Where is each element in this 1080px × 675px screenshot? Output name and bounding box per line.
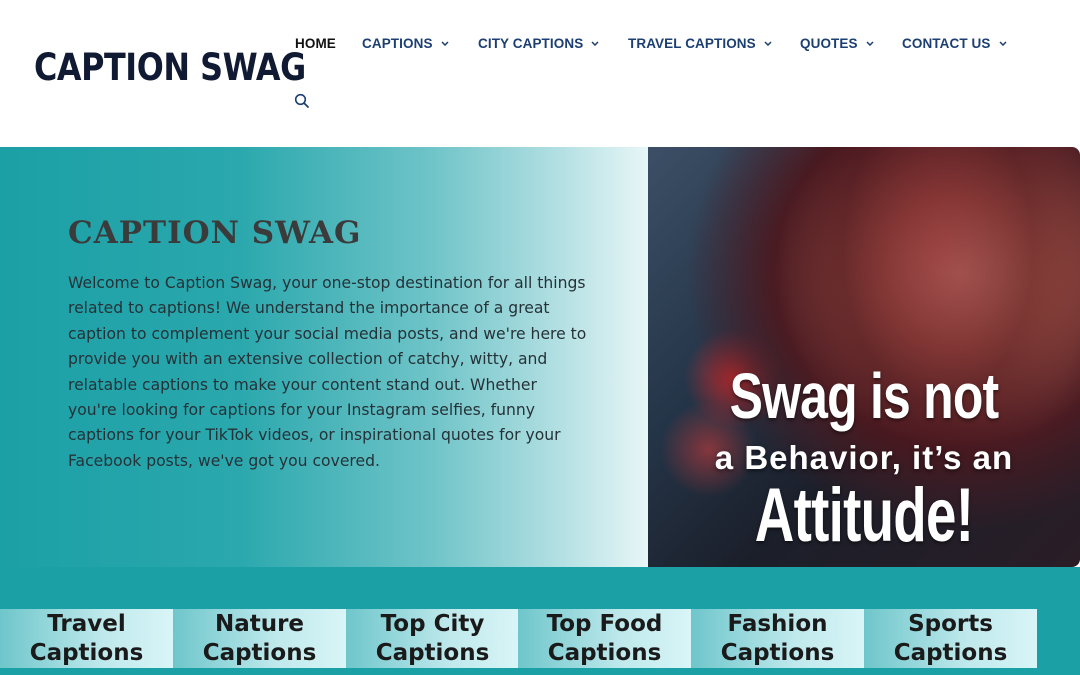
- nav-label: CITY CAPTIONS: [478, 36, 584, 51]
- nav-label: CAPTIONS: [362, 36, 433, 51]
- nav-label: QUOTES: [800, 36, 858, 51]
- nav-item-travel-captions[interactable]: TRAVEL CAPTIONS: [628, 36, 772, 51]
- chevron-down-icon: [998, 41, 1007, 46]
- nav-item-home[interactable]: HOME: [295, 36, 336, 51]
- category-travel-captions[interactable]: Travel Captions: [0, 609, 173, 668]
- category-label: Top Food Captions: [546, 611, 663, 666]
- hero-title: CAPTION SWAG: [68, 215, 362, 251]
- category-top-food-captions[interactable]: Top Food Captions: [518, 609, 691, 668]
- site-logo[interactable]: CAPTION SWAG: [34, 46, 306, 89]
- nav-item-city-captions[interactable]: CITY CAPTIONS: [478, 36, 599, 51]
- site-header: CAPTION SWAG HOME CAPTIONS CITY CAPTIONS…: [0, 0, 1080, 147]
- category-fashion-captions[interactable]: Fashion Captions: [691, 609, 864, 668]
- nav-item-contact-us[interactable]: CONTACT US: [902, 36, 1007, 51]
- hero-image: Swag is not a Behavior, it’s an Attitude…: [648, 147, 1080, 567]
- nav-label: HOME: [295, 36, 336, 51]
- chevron-down-icon: [441, 41, 449, 46]
- chevron-down-icon: [591, 41, 599, 46]
- category-top-city-captions[interactable]: Top City Captions: [346, 609, 519, 668]
- nav-label: TRAVEL CAPTIONS: [628, 36, 756, 51]
- hero-image-figure: [788, 147, 1080, 487]
- hero-description: Welcome to Caption Swag, your one-stop d…: [68, 274, 587, 470]
- category-sports-captions[interactable]: Sports Captions: [864, 609, 1037, 668]
- category-label: Sports Captions: [893, 611, 1008, 666]
- search-icon: [294, 93, 309, 108]
- search-button[interactable]: [294, 93, 310, 109]
- category-label: Fashion Captions: [720, 611, 835, 666]
- nav-item-captions[interactable]: CAPTIONS: [362, 36, 449, 51]
- chevron-down-icon: [866, 41, 874, 46]
- nav-item-quotes[interactable]: QUOTES: [800, 36, 874, 51]
- image-slogan-line-1: Swag is not: [729, 360, 1000, 432]
- category-nature-captions[interactable]: Nature Captions: [173, 609, 346, 668]
- category-band: Travel Captions Nature Captions Top City…: [0, 567, 1080, 675]
- image-slogan-line-3: Attitude!: [754, 473, 974, 558]
- category-label: Top City Captions: [375, 611, 490, 666]
- category-label: Travel Captions: [29, 611, 144, 666]
- chevron-down-icon: [764, 41, 772, 46]
- category-label: Nature Captions: [202, 611, 317, 666]
- nav-label: CONTACT US: [902, 36, 991, 51]
